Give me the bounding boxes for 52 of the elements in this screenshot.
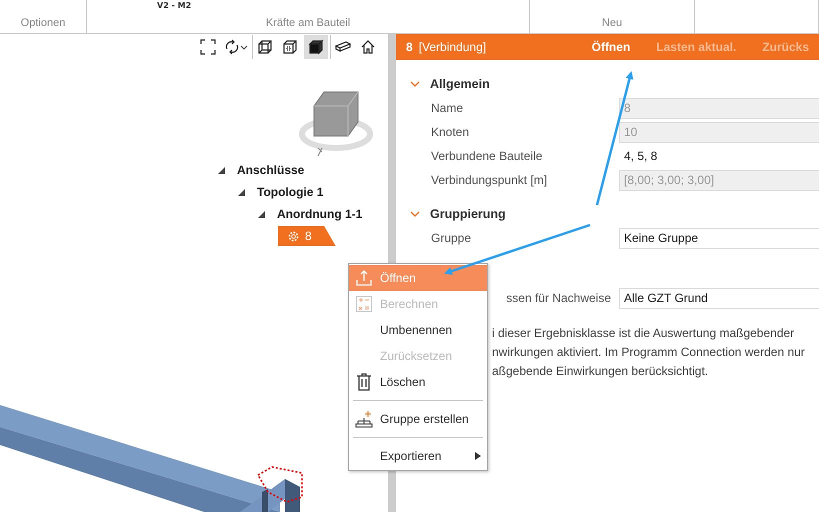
result-select[interactable]: Alle GZT Grund [619,288,819,308]
expanded-icon[interactable] [258,210,265,218]
caret-icon [240,43,248,51]
property-label: Verbindungspunkt [m] [431,173,548,187]
header-action[interactable]: Öffnen [582,40,640,54]
input-field[interactable]: 8 [619,98,819,118]
tree-item[interactable]: Anordnung 1-1 [277,207,362,221]
beam-icon [334,39,350,55]
ribbon-text: V2 - M2 [157,1,192,10]
menu-item[interactable]: Umbenennen [349,317,487,343]
menu-item[interactable]: Exportieren [349,443,487,469]
connection-number: 8 [406,40,413,54]
property-label: Gruppe [431,231,472,245]
ribbon-group-label: Neu [602,17,622,29]
property-label: ssen für Nachweise [506,291,611,305]
info-text: i dieser Ergebnisklasse ist die Auswertung maßgebender nwirkungen aktiviert. Im Programm Connection werden nur aßgebende Einwirkungen berücksichtigt. [492,325,806,380]
group-select[interactable]: Keine Gruppe [619,228,819,248]
calculator-icon [355,295,373,313]
submenu-arrow-icon [475,452,481,460]
trash-icon [356,373,372,391]
menu-item[interactable]: Löschen [349,369,487,395]
expanded-icon[interactable] [238,188,245,196]
ribbon-group-label: Optionen [20,17,66,29]
tree-item[interactable]: Anschlüsse [237,163,304,177]
property-label: Knoten [431,125,470,139]
solid-cube-icon [308,39,324,55]
input-field[interactable]: [8,00; 3,00; 3,00] [619,170,819,190]
toolbar-button[interactable] [304,35,328,59]
wireframe-cube-icon [256,39,272,55]
chevron-icon[interactable] [410,210,420,218]
home-icon [360,39,376,55]
property-label: Name [431,101,464,115]
property-value: 4, 5, 8 [623,148,658,165]
property-label: Verbundene Bauteile [431,149,544,163]
menu-item[interactable]: Öffnen [349,265,487,291]
chevron-icon[interactable] [410,80,420,88]
group-icon [355,410,373,428]
connection-type: [Verbindung] [418,40,486,54]
input-field[interactable]: 10 [619,122,819,142]
cube-icon [282,39,298,55]
menu-item[interactable]: Gruppe erstellen [349,406,487,432]
fullscreen-icon [200,39,216,55]
section-title: Allgemein [430,77,490,91]
tree-item[interactable]: Topologie 1 [257,185,324,199]
expanded-icon[interactable] [218,166,225,174]
upload-icon [355,269,373,287]
section-title: Gruppierung [430,207,506,221]
ribbon-group-label: Kräfte am Bauteil [266,17,350,29]
tree-item[interactable]: 8 [278,226,336,246]
rotate-icon [224,39,240,55]
toolbar-button[interactable] [330,35,354,59]
gear-icon [288,230,299,242]
